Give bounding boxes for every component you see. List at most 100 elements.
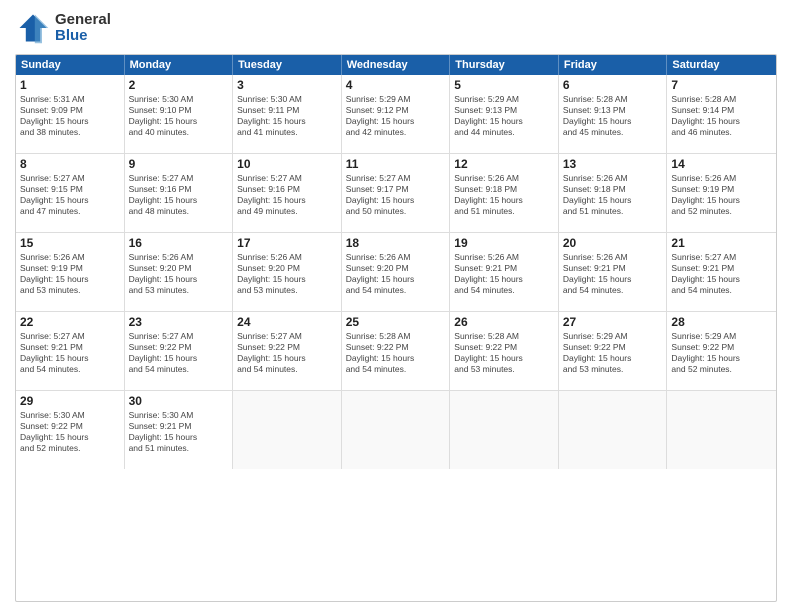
day-info: Sunrise: 5:30 AM Sunset: 9:21 PM Dayligh… xyxy=(129,410,229,454)
calendar-cell: 19 Sunrise: 5:26 AM Sunset: 9:21 PM Dayli… xyxy=(450,233,559,311)
day-number: 18 xyxy=(346,236,446,250)
day-number: 2 xyxy=(129,78,229,92)
calendar-cell xyxy=(342,391,451,469)
logo: General Blue xyxy=(15,10,111,46)
calendar-cell: 28 Sunrise: 5:29 AM Sunset: 9:22 PM Dayli… xyxy=(667,312,776,390)
logo-blue: Blue xyxy=(55,28,111,45)
calendar-cell: 4 Sunrise: 5:29 AM Sunset: 9:12 PM Daylig… xyxy=(342,75,451,153)
calendar-cell: 18 Sunrise: 5:26 AM Sunset: 9:20 PM Dayli… xyxy=(342,233,451,311)
day-number: 22 xyxy=(20,315,120,329)
day-info: Sunrise: 5:27 AM Sunset: 9:22 PM Dayligh… xyxy=(129,331,229,375)
day-number: 28 xyxy=(671,315,772,329)
header-day-thursday: Thursday xyxy=(450,55,559,75)
day-info: Sunrise: 5:28 AM Sunset: 9:22 PM Dayligh… xyxy=(346,331,446,375)
calendar-cell: 22 Sunrise: 5:27 AM Sunset: 9:21 PM Dayli… xyxy=(16,312,125,390)
calendar-cell: 1Sunrise: 5:31 AM Sunset: 9:09 PM Daylig… xyxy=(16,75,125,153)
calendar-cell: 13 Sunrise: 5:26 AM Sunset: 9:18 PM Dayli… xyxy=(559,154,668,232)
day-number: 12 xyxy=(454,157,554,171)
calendar-week-2: 8 Sunrise: 5:27 AM Sunset: 9:15 PM Daylig… xyxy=(16,154,776,233)
page: General Blue SundayMondayTuesdayWednesda… xyxy=(0,0,792,612)
day-info: Sunrise: 5:27 AM Sunset: 9:15 PM Dayligh… xyxy=(20,173,120,217)
day-info: Sunrise: 5:26 AM Sunset: 9:18 PM Dayligh… xyxy=(563,173,663,217)
calendar-cell: 8 Sunrise: 5:27 AM Sunset: 9:15 PM Daylig… xyxy=(16,154,125,232)
day-info: Sunrise: 5:27 AM Sunset: 9:21 PM Dayligh… xyxy=(20,331,120,375)
header-day-sunday: Sunday xyxy=(16,55,125,75)
day-number: 25 xyxy=(346,315,446,329)
day-info: Sunrise: 5:30 AM Sunset: 9:10 PM Dayligh… xyxy=(129,94,229,138)
day-info: Sunrise: 5:26 AM Sunset: 9:21 PM Dayligh… xyxy=(454,252,554,296)
day-info: Sunrise: 5:28 AM Sunset: 9:14 PM Dayligh… xyxy=(671,94,772,138)
calendar-cell: 5Sunrise: 5:29 AM Sunset: 9:13 PM Daylig… xyxy=(450,75,559,153)
day-number: 4 xyxy=(346,78,446,92)
day-info: Sunrise: 5:28 AM Sunset: 9:22 PM Dayligh… xyxy=(454,331,554,375)
day-info: Sunrise: 5:26 AM Sunset: 9:19 PM Dayligh… xyxy=(20,252,120,296)
header-day-monday: Monday xyxy=(125,55,234,75)
day-info: Sunrise: 5:29 AM Sunset: 9:13 PM Dayligh… xyxy=(454,94,554,138)
day-info: Sunrise: 5:26 AM Sunset: 9:20 PM Dayligh… xyxy=(346,252,446,296)
calendar-cell: 24 Sunrise: 5:27 AM Sunset: 9:22 PM Dayli… xyxy=(233,312,342,390)
day-info: Sunrise: 5:27 AM Sunset: 9:16 PM Dayligh… xyxy=(237,173,337,217)
day-number: 19 xyxy=(454,236,554,250)
calendar-cell: 27 Sunrise: 5:29 AM Sunset: 9:22 PM Dayli… xyxy=(559,312,668,390)
day-info: Sunrise: 5:30 AM Sunset: 9:22 PM Dayligh… xyxy=(20,410,120,454)
calendar-cell: 14Sunrise: 5:26 AM Sunset: 9:19 PM Dayli… xyxy=(667,154,776,232)
calendar-week-3: 15 Sunrise: 5:26 AM Sunset: 9:19 PM Dayli… xyxy=(16,233,776,312)
day-info: Sunrise: 5:31 AM Sunset: 9:09 PM Dayligh… xyxy=(20,94,120,138)
day-info: Sunrise: 5:29 AM Sunset: 9:22 PM Dayligh… xyxy=(671,331,772,375)
day-number: 8 xyxy=(20,157,120,171)
day-info: Sunrise: 5:29 AM Sunset: 9:22 PM Dayligh… xyxy=(563,331,663,375)
header-day-tuesday: Tuesday xyxy=(233,55,342,75)
calendar-cell xyxy=(233,391,342,469)
calendar-cell: 25 Sunrise: 5:28 AM Sunset: 9:22 PM Dayli… xyxy=(342,312,451,390)
day-number: 15 xyxy=(20,236,120,250)
calendar-cell: 29Sunrise: 5:30 AM Sunset: 9:22 PM Dayli… xyxy=(16,391,125,469)
header-day-wednesday: Wednesday xyxy=(342,55,451,75)
day-info: Sunrise: 5:30 AM Sunset: 9:11 PM Dayligh… xyxy=(237,94,337,138)
calendar-cell xyxy=(667,391,776,469)
calendar-cell xyxy=(559,391,668,469)
day-info: Sunrise: 5:27 AM Sunset: 9:22 PM Dayligh… xyxy=(237,331,337,375)
calendar-cell: 15 Sunrise: 5:26 AM Sunset: 9:19 PM Dayli… xyxy=(16,233,125,311)
calendar-cell xyxy=(450,391,559,469)
day-number: 6 xyxy=(563,78,663,92)
calendar-week-4: 22 Sunrise: 5:27 AM Sunset: 9:21 PM Dayli… xyxy=(16,312,776,391)
calendar-cell: 21 Sunrise: 5:27 AM Sunset: 9:21 PM Dayli… xyxy=(667,233,776,311)
day-number: 30 xyxy=(129,394,229,408)
day-info: Sunrise: 5:26 AM Sunset: 9:20 PM Dayligh… xyxy=(237,252,337,296)
day-number: 14 xyxy=(671,157,772,171)
day-info: Sunrise: 5:27 AM Sunset: 9:21 PM Dayligh… xyxy=(671,252,772,296)
day-number: 21 xyxy=(671,236,772,250)
day-number: 11 xyxy=(346,157,446,171)
day-number: 7 xyxy=(671,78,772,92)
day-info: Sunrise: 5:26 AM Sunset: 9:18 PM Dayligh… xyxy=(454,173,554,217)
day-number: 23 xyxy=(129,315,229,329)
day-number: 24 xyxy=(237,315,337,329)
calendar-cell: 20Sunrise: 5:26 AM Sunset: 9:21 PM Dayli… xyxy=(559,233,668,311)
day-info: Sunrise: 5:28 AM Sunset: 9:13 PM Dayligh… xyxy=(563,94,663,138)
calendar: SundayMondayTuesdayWednesdayThursdayFrid… xyxy=(15,54,777,602)
calendar-cell: 9Sunrise: 5:27 AM Sunset: 9:16 PM Daylig… xyxy=(125,154,234,232)
day-number: 10 xyxy=(237,157,337,171)
day-number: 27 xyxy=(563,315,663,329)
day-info: Sunrise: 5:26 AM Sunset: 9:20 PM Dayligh… xyxy=(129,252,229,296)
calendar-cell: 30 Sunrise: 5:30 AM Sunset: 9:21 PM Dayli… xyxy=(125,391,234,469)
day-number: 3 xyxy=(237,78,337,92)
day-info: Sunrise: 5:26 AM Sunset: 9:21 PM Dayligh… xyxy=(563,252,663,296)
header-day-friday: Friday xyxy=(559,55,668,75)
calendar-cell: 12 Sunrise: 5:26 AM Sunset: 9:18 PM Dayli… xyxy=(450,154,559,232)
calendar-cell: 6 Sunrise: 5:28 AM Sunset: 9:13 PM Daylig… xyxy=(559,75,668,153)
day-info: Sunrise: 5:29 AM Sunset: 9:12 PM Dayligh… xyxy=(346,94,446,138)
day-info: Sunrise: 5:27 AM Sunset: 9:17 PM Dayligh… xyxy=(346,173,446,217)
calendar-body: 1Sunrise: 5:31 AM Sunset: 9:09 PM Daylig… xyxy=(16,75,776,469)
calendar-cell: 26 Sunrise: 5:28 AM Sunset: 9:22 PM Dayli… xyxy=(450,312,559,390)
header: General Blue xyxy=(15,10,777,46)
day-number: 13 xyxy=(563,157,663,171)
day-info: Sunrise: 5:27 AM Sunset: 9:16 PM Dayligh… xyxy=(129,173,229,217)
day-number: 16 xyxy=(129,236,229,250)
day-number: 26 xyxy=(454,315,554,329)
calendar-cell: 11 Sunrise: 5:27 AM Sunset: 9:17 PM Dayli… xyxy=(342,154,451,232)
logo-icon xyxy=(15,10,51,46)
calendar-cell: 17 Sunrise: 5:26 AM Sunset: 9:20 PM Dayli… xyxy=(233,233,342,311)
day-number: 17 xyxy=(237,236,337,250)
calendar-cell: 2 Sunrise: 5:30 AM Sunset: 9:10 PM Daylig… xyxy=(125,75,234,153)
